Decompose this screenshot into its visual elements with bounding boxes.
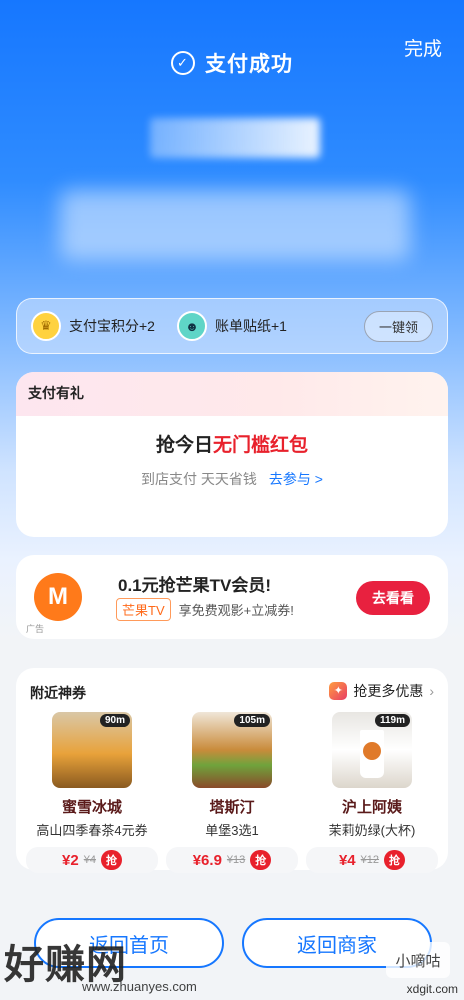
ad-title: 0.1元抢芒果TV会员! (118, 576, 272, 595)
mango-tv-logo-icon: M (34, 573, 82, 621)
distance-badge: 105m (234, 714, 270, 727)
coupon-item[interactable]: 90m 蜜雪冰城 高山四季春茶4元券 ¥2 ¥4 抢 (26, 712, 158, 873)
original-price: ¥12 (360, 854, 380, 866)
title-text: 支付成功 (205, 53, 293, 76)
nearby-title: 附近神券 (30, 685, 86, 701)
product-image: 105m (192, 712, 272, 788)
coupon-desc: 高山四季春茶4元券 (36, 823, 148, 838)
check-circle-icon: ✓ (171, 51, 195, 75)
watermark-right-logo: 小嘀咕 (386, 942, 450, 978)
ad-subtitle-row: 芒果TV 享免费观影+立减券! (116, 598, 294, 621)
page-title: ✓ 支付成功 (0, 48, 464, 78)
merchant-name: 塔斯汀 (209, 799, 255, 816)
original-price: ¥13 (226, 854, 246, 866)
price-row: ¥2 ¥4 抢 (26, 847, 158, 873)
ad-watch-button[interactable]: 去看看 (356, 581, 430, 615)
coupon-desc: 单堡3选1 (205, 823, 259, 838)
sticker-icon: ☻ (176, 311, 207, 341)
coupon-list: 90m 蜜雪冰城 高山四季春茶4元券 ¥2 ¥4 抢 105m 塔斯汀 单堡3选… (26, 712, 438, 873)
ad-tag: 广告 (26, 624, 45, 634)
gift-subtext: 到店支付 天天省钱 去参与 > (16, 469, 448, 489)
grab-button[interactable]: 抢 (384, 850, 406, 870)
blurred-merchant-info (60, 190, 410, 260)
reward-bar: ♛ 支付宝积分+2 ☻ 账单贴纸+1 一键领 (16, 298, 448, 354)
current-price: ¥2 (62, 851, 79, 869)
shopping-bag-icon: ✦ (329, 682, 348, 700)
watermark-right-url: xdgit.com (406, 982, 458, 996)
sticker-reward[interactable]: ☻ 账单贴纸+1 (176, 311, 287, 341)
grab-button[interactable]: 抢 (100, 850, 122, 870)
brand-seal-icon (363, 742, 381, 760)
gift-main-highlight: 无门槛红包 (213, 435, 309, 456)
product-image: 90m (52, 712, 132, 788)
header: ✓ 支付成功 完成 (0, 0, 464, 110)
sticker-label: 账单贴纸+1 (214, 318, 287, 334)
current-price: ¥4 (338, 851, 356, 869)
merchant-name: 沪上阿姨 (341, 799, 402, 816)
ad-subtitle: 享免费观影+立减券! (178, 603, 294, 618)
chevron-right-icon: › (429, 683, 434, 699)
price-row: ¥4 ¥12 抢 (306, 847, 438, 873)
price-row: ¥6.9 ¥13 抢 (166, 847, 298, 873)
original-price: ¥4 (83, 854, 96, 866)
gift-main-prefix: 抢今日 (155, 435, 213, 456)
coupon-item[interactable]: 119m 沪上阿姨 茉莉奶绿(大杯) ¥4 ¥12 抢 (306, 712, 438, 873)
ad-card[interactable]: M 广告 0.1元抢芒果TV会员! 芒果TV 享免费观影+立减券! 去看看 (16, 555, 448, 639)
claim-all-button[interactable]: 一键领 (363, 310, 433, 342)
distance-badge: 90m (99, 714, 130, 727)
nearby-coupons-card: 附近神券 ✦ 抢更多优惠 › 90m 蜜雪冰城 高山四季春茶4元券 ¥2 ¥4 … (16, 668, 448, 873)
points-reward[interactable]: ♛ 支付宝积分+2 (31, 311, 155, 341)
more-deals-link[interactable]: ✦ 抢更多优惠 › (329, 681, 434, 701)
gift-main-text: 抢今日无门槛红包 (16, 430, 448, 457)
join-link[interactable]: 去参与 > (269, 471, 323, 487)
coupon-item[interactable]: 105m 塔斯汀 单堡3选1 ¥6.9 ¥13 抢 (166, 712, 298, 873)
points-label: 支付宝积分+2 (69, 318, 155, 334)
gift-sub-text: 到店支付 天天省钱 (141, 471, 257, 487)
distance-badge: 119m (374, 714, 410, 727)
more-deals-label: 抢更多优惠 (353, 683, 424, 699)
payment-gift-card[interactable]: 支付有礼 抢今日无门槛红包 到店支付 天天省钱 去参与 > (16, 372, 448, 537)
watermark-left-url: www.zhuanyes.com (82, 979, 197, 994)
merchant-name: 蜜雪冰城 (61, 799, 122, 816)
points-coin-icon: ♛ (31, 311, 61, 341)
grab-button[interactable]: 抢 (250, 850, 272, 870)
product-image: 119m (332, 712, 412, 788)
gift-card-header: 支付有礼 (16, 372, 448, 416)
ad-badge: 芒果TV (116, 598, 171, 621)
coupon-desc: 茉莉奶绿(大杯) (328, 823, 416, 838)
current-price: ¥6.9 (192, 851, 222, 869)
blurred-amount (150, 118, 320, 158)
done-button[interactable]: 完成 (404, 34, 442, 61)
